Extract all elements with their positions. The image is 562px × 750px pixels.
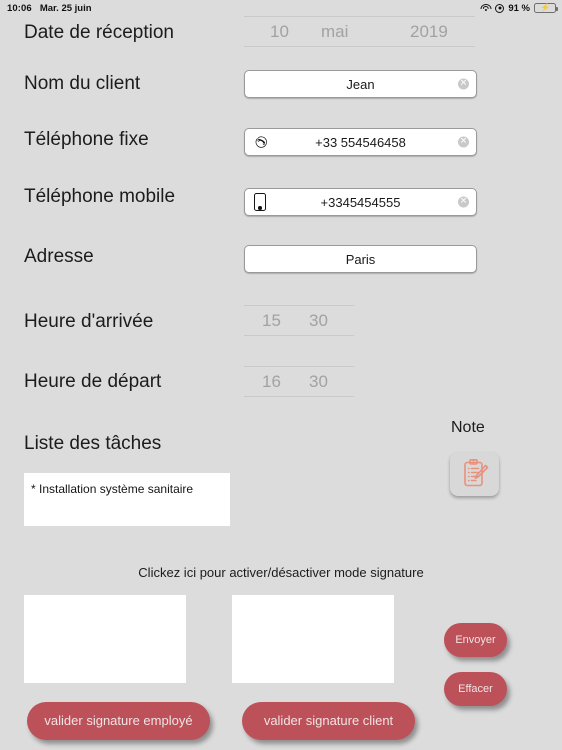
phone-mobile-input[interactable]: +3345454555 ✕ (244, 188, 477, 216)
phone-fixed-input[interactable]: ✆ +33 554546458 ✕ (244, 128, 477, 156)
status-bar: 10:06 Mar. 25 juin 91 % ⚡ (0, 0, 562, 16)
signature-pad-client[interactable] (232, 595, 394, 683)
tasks-textarea[interactable]: * Installation système sanitaire (24, 473, 230, 526)
label-phone-fixed: Téléphone fixe (24, 129, 149, 150)
phone-fixed-value: +33 554546458 (315, 134, 406, 150)
client-name-input[interactable]: Jean ✕ (244, 70, 477, 98)
date-year-value[interactable]: 2019 (410, 22, 448, 42)
address-value: Paris (345, 251, 376, 267)
date-reception-picker[interactable]: 10 mai 2019 (244, 16, 475, 47)
label-client-name: Nom du client (24, 73, 141, 94)
send-button[interactable]: Envoyer (444, 623, 507, 657)
client-name-value: Jean (346, 76, 375, 92)
departure-hour-value[interactable]: 16 (262, 372, 281, 392)
arrival-time-picker[interactable]: 15 30 (244, 305, 354, 336)
label-phone-mobile: Téléphone mobile (24, 186, 176, 207)
status-bar-left: 10:06 Mar. 25 juin (0, 3, 92, 14)
date-month-value[interactable]: mai (321, 22, 348, 42)
label-date-reception: Date de réception (24, 22, 174, 43)
label-address: Adresse (24, 246, 94, 267)
validate-employee-signature-button[interactable]: valider signature employé (27, 702, 210, 740)
signature-mode-hint[interactable]: Clickez ici pour activer/désactiver mode… (0, 565, 562, 580)
tasks-value: * Installation système sanitaire (31, 482, 194, 496)
status-time: 10:06 (7, 2, 32, 14)
mobile-phone-icon (254, 193, 266, 211)
label-tasks: Liste des tâches (24, 433, 162, 454)
clear-icon[interactable]: ✕ (458, 196, 469, 208)
label-note: Note (451, 419, 485, 436)
clear-icon[interactable]: ✕ (458, 78, 469, 90)
signature-pad-employee[interactable] (24, 595, 186, 683)
label-arrival-time: Heure d'arrivée (24, 311, 154, 332)
phone-mobile-value: +3345454555 (320, 194, 401, 210)
status-bar-right: 91 % ⚡ (480, 3, 562, 14)
arrival-hour-value[interactable]: 15 (262, 311, 281, 331)
phone-handset-icon: ✆ (251, 134, 270, 150)
clear-button[interactable]: Effacer (444, 672, 507, 706)
date-day-value[interactable]: 10 (270, 22, 289, 42)
wifi-icon (480, 3, 492, 13)
departure-time-picker[interactable]: 16 30 (244, 366, 354, 397)
arrival-minute-value[interactable]: 30 (309, 311, 328, 331)
note-button[interactable] (450, 452, 499, 496)
clipboard-pencil-icon (463, 458, 488, 487)
clear-icon[interactable]: ✕ (458, 136, 469, 148)
label-departure-time: Heure de départ (24, 371, 162, 392)
validate-client-signature-button[interactable]: valider signature client (242, 702, 415, 740)
status-date: Mar. 25 juin (39, 2, 92, 14)
battery-percent: 91 % (508, 2, 530, 14)
address-input[interactable]: Paris (244, 245, 477, 273)
battery-charging-icon: ⚡ (534, 3, 558, 13)
location-services-icon (495, 3, 505, 13)
departure-minute-value[interactable]: 30 (309, 372, 328, 392)
